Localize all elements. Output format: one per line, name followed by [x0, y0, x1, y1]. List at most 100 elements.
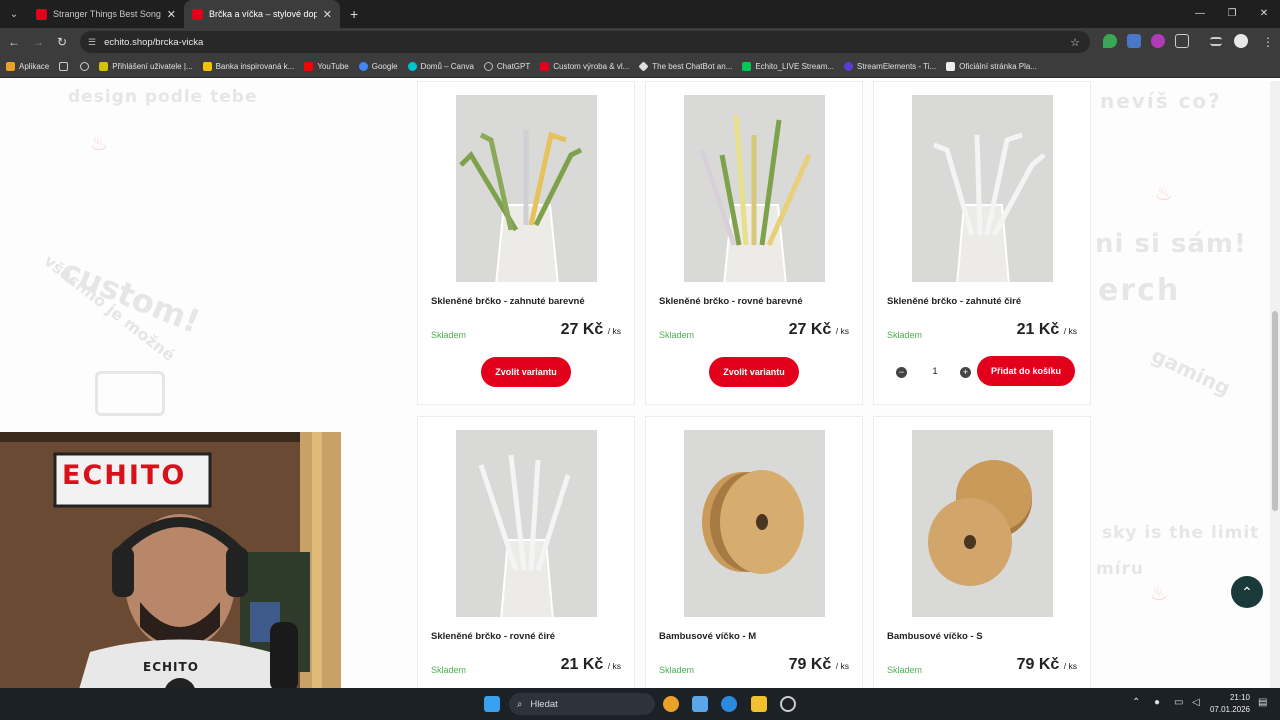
product-name[interactable]: Skleněné brčko - zahnuté barevné	[431, 296, 585, 307]
file-explorer-icon[interactable]	[751, 696, 767, 712]
microphone-icon[interactable]: ●	[1154, 697, 1160, 708]
reload-icon[interactable]: ↻	[50, 35, 74, 49]
forward-icon[interactable]: →	[26, 35, 50, 49]
bookmark-google[interactable]: Google	[358, 62, 398, 71]
product-name[interactable]: Bambusové víčko - M	[659, 631, 756, 642]
scrollbar-thumb[interactable]	[1272, 311, 1278, 511]
bookmark-canva[interactable]: Domů – Canva	[407, 62, 474, 71]
product-image[interactable]	[912, 95, 1053, 282]
profile-avatar[interactable]	[1234, 34, 1248, 48]
choose-variant-button[interactable]: Zvolit variantu	[481, 357, 571, 387]
product-image[interactable]	[456, 95, 597, 282]
choose-variant-button[interactable]: Zvolit variantu	[709, 357, 799, 387]
bookmark-item[interactable]: Přihlášení uživatele |...	[99, 62, 193, 71]
product-image[interactable]	[684, 95, 825, 282]
chevron-up-icon[interactable]: ⌃	[1132, 697, 1140, 708]
bookmark-youtube[interactable]: YouTube	[304, 62, 349, 71]
straw-photo	[933, 132, 1046, 282]
bookmark-streamelements[interactable]: StreamElements - Ti...	[844, 62, 936, 71]
notification-icon[interactable]: ▤	[1258, 697, 1267, 708]
straw-photo	[459, 130, 583, 282]
close-tab-icon[interactable]: ✕	[167, 8, 176, 21]
clock-time: 21:10	[1229, 693, 1250, 702]
bookmark-apps[interactable]: Aplikace	[6, 62, 49, 71]
bamboo-lid-photo	[928, 460, 1032, 586]
product-image[interactable]	[684, 430, 825, 617]
shield-extension-icon[interactable]	[1103, 34, 1117, 48]
product-card[interactable]: Bambusové víčko - S Skladem 79 Kč / ks	[873, 416, 1091, 688]
close-window-icon[interactable]: ✕	[1248, 0, 1280, 28]
product-name[interactable]: Bambusové víčko - S	[887, 631, 983, 642]
close-tab-icon[interactable]: ✕	[323, 8, 332, 21]
product-card[interactable]: Skleněné brčko - zahnuté čiré Skladem 21…	[873, 81, 1091, 405]
grid-icon	[59, 62, 69, 71]
translate-extension-icon[interactable]	[1127, 34, 1141, 48]
windows-start-icon[interactable]	[484, 696, 500, 712]
stock-status: Skladem	[887, 330, 923, 340]
add-to-cart-button[interactable]: Přidat do košíku	[977, 356, 1075, 386]
product-image[interactable]	[456, 430, 597, 617]
stock-status: Skladem	[431, 665, 467, 675]
taskbar-search[interactable]: ⌕ Hledat	[509, 693, 655, 715]
product-price: 21 Kč / ks	[1016, 321, 1077, 338]
taskbar-clock[interactable]: 21:10 07.01.2026	[1210, 692, 1250, 716]
site-info-icon[interactable]: ☰	[88, 37, 96, 48]
minimize-icon[interactable]: —	[1184, 0, 1216, 28]
bookmark-kick[interactable]: Echito_LIVE Stream...	[742, 62, 834, 71]
puzzle-icon[interactable]	[1175, 34, 1189, 48]
back-icon[interactable]: ←	[2, 35, 26, 49]
tab-search-icon[interactable]: ⌄	[0, 0, 28, 28]
product-card[interactable]: Skleněné brčko - rovné barevné Skladem 2…	[645, 81, 863, 405]
media-icon[interactable]	[1210, 37, 1222, 46]
background-text: sky is the limit	[1102, 523, 1260, 543]
tab-youtube[interactable]: Stranger Things Best Songs Pla ✕	[28, 0, 184, 28]
product-price: 27 Kč / ks	[560, 321, 621, 338]
stock-status: Skladem	[431, 330, 467, 340]
windows-taskbar: ⌕ Hledat ⌃ ● ▭ ◁ 21:10 07.01.2026 ▤	[0, 688, 1280, 720]
quantity-value[interactable]: 1	[928, 366, 942, 377]
bookmark-item[interactable]: Oficiální stránka Pla...	[946, 62, 1037, 71]
bookmark-chatgpt[interactable]: ChatGPT	[483, 62, 530, 71]
search-icon: ⌕	[517, 698, 523, 710]
background-text: design podle tebe	[68, 87, 258, 107]
url-text: echito.shop/brcka-vicka	[104, 36, 204, 48]
streamelements-icon	[844, 62, 854, 71]
tab-echito[interactable]: Brčka a víčka – stylové doplňky ✕	[184, 0, 340, 28]
bookmark-item[interactable]: The best ChatBot an...	[638, 61, 732, 72]
webcam-overlay: ECHITO ECHITO	[0, 432, 341, 720]
quantity-increase-button[interactable]: +	[960, 367, 971, 378]
scroll-to-top-button[interactable]: ⌃	[1231, 576, 1263, 608]
bookmark-item[interactable]: Banka inspirovaná k...	[202, 62, 294, 71]
chrome-icon[interactable]	[663, 696, 679, 712]
page-scrollbar[interactable]	[1270, 81, 1280, 688]
google-icon	[358, 62, 368, 71]
bookmark-star-icon[interactable]: ☆	[1070, 36, 1080, 49]
restore-icon[interactable]: ❐	[1216, 0, 1248, 28]
product-card[interactable]: Skleněné brčko - rovné čiré Skladem 21 K…	[417, 416, 635, 688]
product-name[interactable]: Skleněné brčko - zahnuté čiré	[887, 296, 1021, 307]
flame-icon: ♨	[90, 131, 108, 155]
quantity-decrease-button[interactable]: −	[896, 367, 907, 378]
network-icon[interactable]: ▭	[1174, 697, 1183, 708]
new-tab-button[interactable]: +	[350, 6, 358, 22]
stock-status: Skladem	[887, 665, 923, 675]
menu-icon[interactable]: ⋮	[1256, 35, 1280, 49]
globe-icon	[80, 62, 90, 71]
address-bar[interactable]: ☰ echito.shop/brcka-vicka ☆	[80, 31, 1090, 53]
edge-icon[interactable]	[721, 696, 737, 712]
tab-title: Brčka a víčka – stylové doplňky	[209, 9, 317, 19]
extension-icon[interactable]	[1151, 34, 1165, 48]
product-name[interactable]: Skleněné brčko - rovné čiré	[431, 631, 555, 642]
bookmark-globe[interactable]	[80, 62, 93, 71]
youtube-icon	[36, 8, 47, 20]
bookmark-item[interactable]: Custom výroba & vl...	[540, 62, 629, 71]
product-image[interactable]	[912, 430, 1053, 617]
product-card[interactable]: Skleněné brčko - zahnuté barevné Skladem…	[417, 81, 635, 405]
obs-icon[interactable]	[780, 696, 796, 712]
product-card[interactable]: Bambusové víčko - M Skladem 79 Kč / ks	[645, 416, 863, 688]
taskbar-search-placeholder: Hledat	[530, 698, 558, 710]
product-name[interactable]: Skleněné brčko - rovné barevné	[659, 296, 803, 307]
store-icon[interactable]	[692, 696, 708, 712]
bookmark-grid[interactable]	[59, 62, 72, 71]
volume-icon[interactable]: ◁	[1192, 697, 1200, 708]
